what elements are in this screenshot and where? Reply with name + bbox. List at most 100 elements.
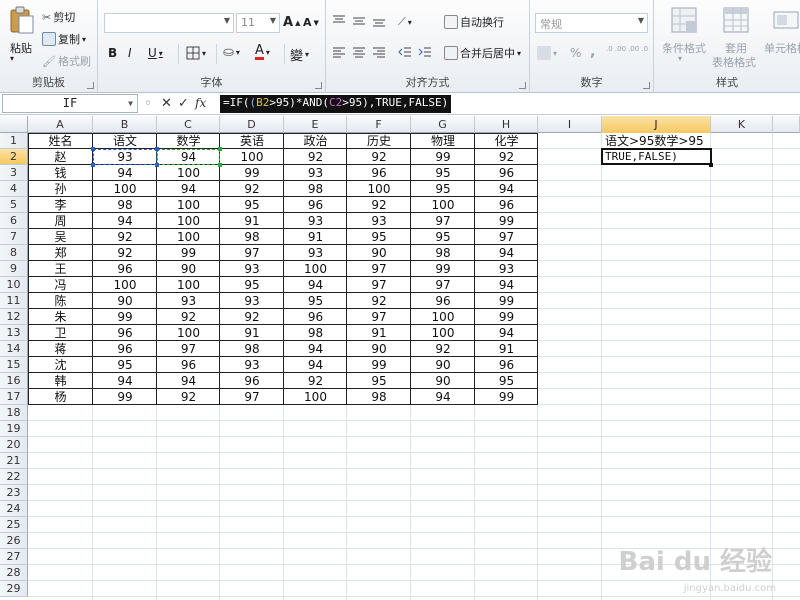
row-header-11[interactable]: 11 <box>0 293 28 309</box>
row-header-16[interactable]: 16 <box>0 373 28 389</box>
formula-input[interactable]: =IF((B2>95)*AND(C2>95),TRUE,FALSE) <box>220 95 452 113</box>
column-header-d[interactable]: D <box>220 116 284 133</box>
score-cell[interactable]: 100 <box>284 261 347 277</box>
table-header-cell[interactable]: 化学 <box>475 133 538 149</box>
score-cell[interactable]: 94 <box>93 373 157 389</box>
align-top-button[interactable] <box>332 15 346 27</box>
merge-center-button[interactable]: 合并后居中 ▾ <box>444 45 521 61</box>
select-all-corner[interactable] <box>0 116 28 133</box>
column-header-g[interactable]: G <box>411 116 475 133</box>
score-cell[interactable]: 91 <box>475 341 538 357</box>
score-cell[interactable]: 100 <box>284 389 347 405</box>
score-cell[interactable]: 95 <box>93 357 157 373</box>
score-cell[interactable]: 96 <box>220 373 284 389</box>
score-cell[interactable]: 100 <box>157 213 220 229</box>
format-painter-button[interactable]: 🖌 格式刷 <box>42 53 91 69</box>
score-cell[interactable]: 96 <box>284 309 347 325</box>
reference-handle[interactable] <box>91 163 95 167</box>
score-cell[interactable]: 97 <box>475 229 538 245</box>
score-cell[interactable]: 92 <box>157 309 220 325</box>
score-cell[interactable]: 92 <box>93 245 157 261</box>
score-cell[interactable]: 94 <box>475 245 538 261</box>
reference-handle[interactable] <box>155 163 159 167</box>
score-cell[interactable]: 95 <box>411 229 475 245</box>
score-cell[interactable]: 98 <box>347 389 411 405</box>
insert-function-icon[interactable]: fx <box>195 96 206 110</box>
score-cell[interactable]: 96 <box>475 357 538 373</box>
score-cell[interactable]: 96 <box>347 165 411 181</box>
underline-button[interactable]: U ▾ <box>148 46 163 60</box>
score-cell[interactable]: 98 <box>284 181 347 197</box>
score-cell[interactable]: 98 <box>411 245 475 261</box>
table-header-cell[interactable]: 历史 <box>347 133 411 149</box>
column-header-b[interactable]: B <box>93 116 157 133</box>
score-cell[interactable]: 92 <box>93 229 157 245</box>
table-header-cell[interactable]: 姓名 <box>28 133 93 149</box>
score-cell[interactable]: 99 <box>475 389 538 405</box>
italic-button[interactable]: I <box>128 46 132 60</box>
column-header-f[interactable]: F <box>347 116 411 133</box>
score-cell[interactable]: 96 <box>157 357 220 373</box>
increase-indent-button[interactable] <box>418 46 432 58</box>
row-header-22[interactable]: 22 <box>0 469 28 485</box>
cut-button[interactable]: ✂ 剪切 <box>42 9 75 25</box>
score-cell[interactable]: 92 <box>220 181 284 197</box>
table-header-cell[interactable]: 物理 <box>411 133 475 149</box>
score-cell[interactable]: 100 <box>93 277 157 293</box>
font-launcher-icon[interactable] <box>315 82 322 89</box>
row-header-13[interactable]: 13 <box>0 325 28 341</box>
column-header-c[interactable]: C <box>157 116 220 133</box>
score-cell[interactable]: 99 <box>220 165 284 181</box>
align-left-button[interactable] <box>332 46 346 58</box>
score-cell[interactable]: 97 <box>411 213 475 229</box>
table-header-cell[interactable]: 英语 <box>220 133 284 149</box>
name-cell[interactable]: 周 <box>28 213 93 229</box>
row-header-26[interactable]: 26 <box>0 533 28 549</box>
score-cell[interactable]: 97 <box>347 309 411 325</box>
column-header-h[interactable]: H <box>475 116 538 133</box>
score-cell[interactable]: 94 <box>284 357 347 373</box>
score-cell[interactable]: 99 <box>475 213 538 229</box>
row-header-8[interactable]: 8 <box>0 245 28 261</box>
score-cell[interactable]: 99 <box>157 245 220 261</box>
table-header-cell[interactable]: 数学 <box>157 133 220 149</box>
name-cell[interactable]: 陈 <box>28 293 93 309</box>
score-cell[interactable]: 99 <box>93 389 157 405</box>
score-cell[interactable]: 90 <box>411 357 475 373</box>
font-size-combo[interactable]: 11 ▼ <box>236 13 280 33</box>
score-cell[interactable]: 94 <box>475 325 538 341</box>
score-cell[interactable]: 100 <box>157 229 220 245</box>
orientation-button[interactable]: ⟋ ▾ <box>398 15 412 29</box>
score-cell[interactable]: 90 <box>93 293 157 309</box>
score-cell[interactable]: 98 <box>284 325 347 341</box>
score-cell[interactable]: 93 <box>220 357 284 373</box>
score-cell[interactable]: 92 <box>284 373 347 389</box>
cell-j2[interactable]: TRUE,FALSE) <box>602 149 711 165</box>
column-header-j[interactable]: J <box>602 116 711 133</box>
score-cell[interactable]: 95 <box>220 277 284 293</box>
score-cell[interactable]: 92 <box>157 389 220 405</box>
score-cell[interactable]: 99 <box>93 309 157 325</box>
reference-handle[interactable] <box>91 147 95 151</box>
row-header-19[interactable]: 19 <box>0 421 28 437</box>
score-cell[interactable]: 92 <box>411 341 475 357</box>
number-launcher-icon[interactable] <box>643 82 650 89</box>
fill-handle[interactable] <box>709 163 713 167</box>
fill-color-button[interactable]: ⛀ ▾ <box>223 45 240 60</box>
score-cell[interactable]: 98 <box>220 341 284 357</box>
score-cell[interactable]: 95 <box>284 293 347 309</box>
score-cell[interactable]: 100 <box>411 197 475 213</box>
score-cell[interactable]: 94 <box>475 181 538 197</box>
grow-font-button[interactable]: A ▲ <box>283 15 300 30</box>
row-header-2[interactable]: 2 <box>0 149 28 165</box>
score-cell[interactable]: 94 <box>284 277 347 293</box>
name-cell[interactable]: 蒋 <box>28 341 93 357</box>
row-header-7[interactable]: 7 <box>0 229 28 245</box>
table-format-button-line2[interactable]: 表格格式 <box>712 54 756 70</box>
score-cell[interactable]: 93 <box>284 165 347 181</box>
score-cell[interactable]: 96 <box>475 197 538 213</box>
score-cell[interactable]: 97 <box>347 277 411 293</box>
score-cell[interactable]: 91 <box>284 229 347 245</box>
name-cell[interactable]: 冯 <box>28 277 93 293</box>
align-right-button[interactable] <box>372 46 386 58</box>
